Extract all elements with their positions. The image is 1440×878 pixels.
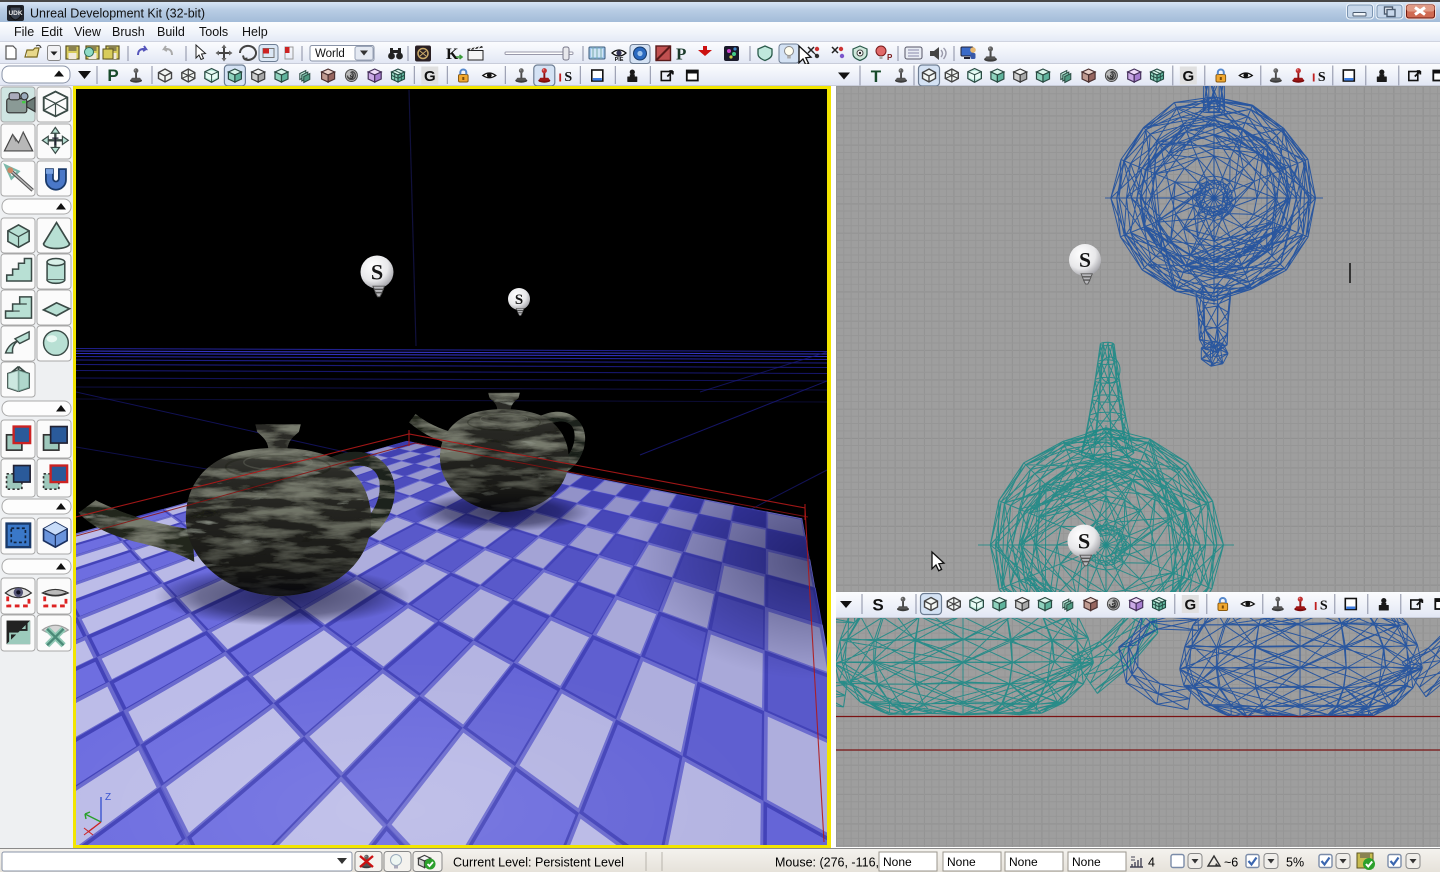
svg-text:P: P (107, 66, 118, 85)
svg-text:Unreal Development Kit (32-bit: Unreal Development Kit (32-bit) (30, 7, 205, 21)
svg-text:None: None (1009, 855, 1038, 869)
svg-text:P: P (887, 53, 893, 62)
svg-text:Current Level: Persistent Lev: Current Level: Persistent Level (453, 856, 624, 870)
svg-text:PIE: PIE (615, 57, 624, 63)
svg-text:5%: 5% (1286, 856, 1304, 870)
svg-text:G: G (1184, 597, 1196, 614)
svg-text:S: S (515, 292, 523, 308)
svg-text:S: S (872, 596, 883, 615)
svg-text:None: None (947, 855, 976, 869)
svg-text:None: None (1072, 855, 1101, 869)
svg-text:~6: ~6 (1224, 856, 1238, 870)
svg-text:Z: Z (105, 792, 111, 803)
svg-text:P: P (676, 45, 686, 64)
svg-text:S: S (371, 259, 383, 284)
svg-text:K: K (446, 46, 459, 63)
svg-text:UDK: UDK (8, 10, 22, 17)
svg-text:G: G (1182, 68, 1194, 85)
svg-text:S: S (1078, 528, 1090, 553)
svg-text:S: S (1079, 248, 1091, 272)
svg-text:T: T (52, 136, 59, 148)
svg-text:Mouse: (276, -116, 0: Mouse: (276, -116, 0 (775, 856, 889, 870)
svg-text:T: T (871, 67, 882, 86)
svg-text:World: World (315, 48, 345, 60)
svg-text:4: 4 (1148, 856, 1155, 870)
svg-text:None: None (883, 855, 912, 869)
svg-text:G: G (424, 68, 436, 85)
